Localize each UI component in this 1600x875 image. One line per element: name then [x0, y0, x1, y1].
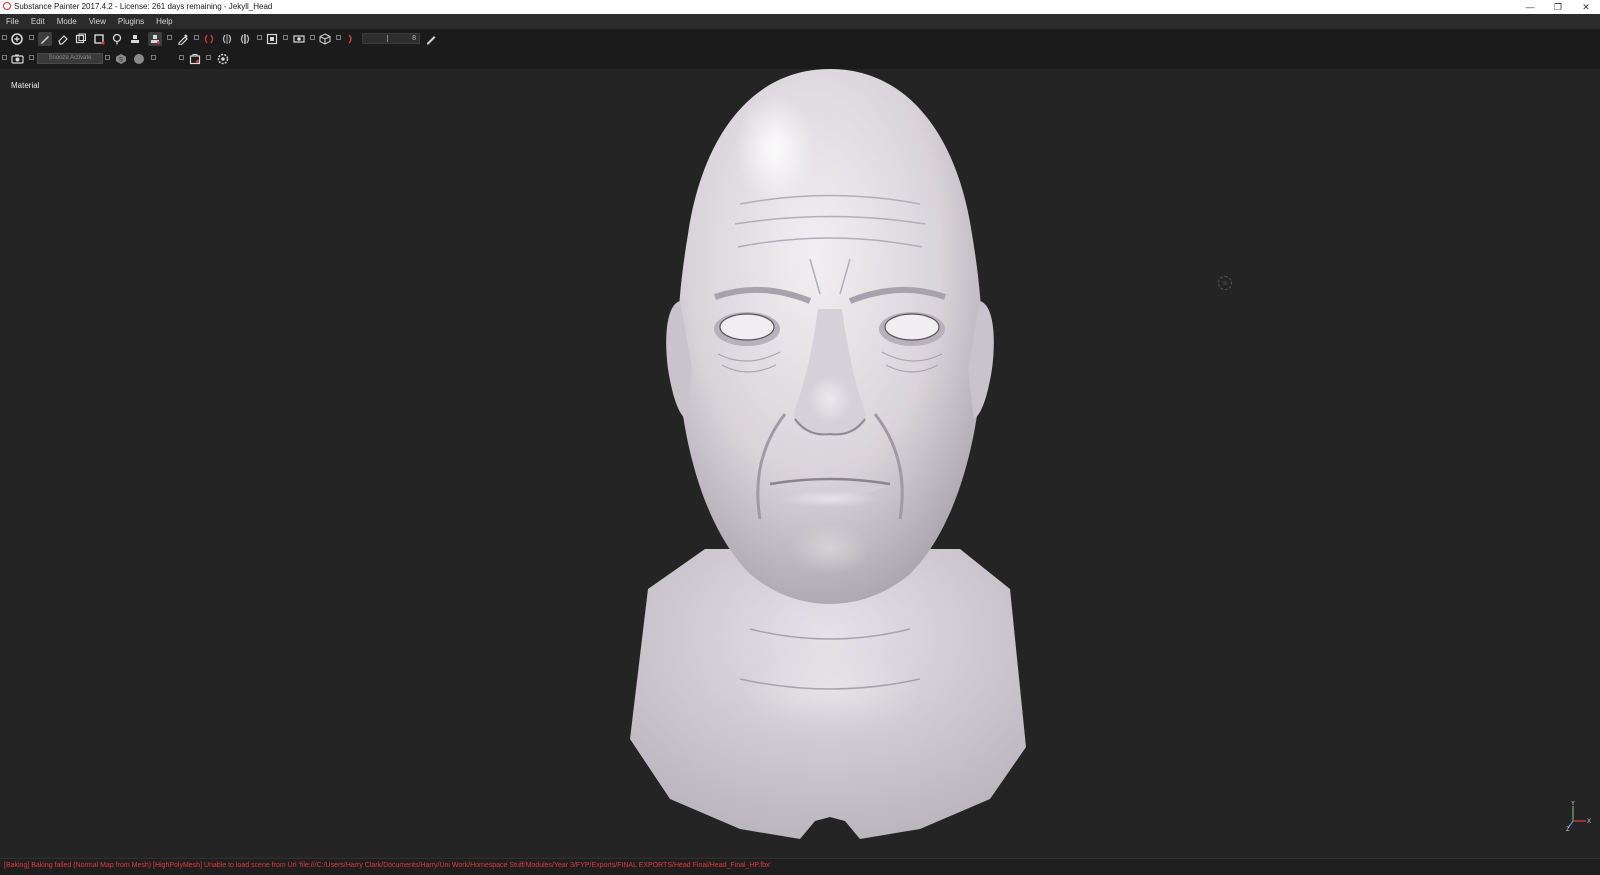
tools-toolbar: 8: [0, 29, 1600, 49]
paint-brush-icon[interactable]: [38, 32, 52, 46]
settings-gear-icon[interactable]: [216, 52, 230, 66]
material-picker-icon[interactable]: [148, 32, 162, 46]
toolbar-grip-icon[interactable]: [257, 35, 262, 40]
pen-pressure-icon[interactable]: [424, 32, 438, 46]
brush-size-slider[interactable]: 8: [362, 33, 420, 44]
head-model[interactable]: [630, 69, 1030, 858]
brush-cursor-icon: [1218, 276, 1232, 290]
symmetry-settings-icon[interactable]: [238, 32, 252, 46]
export-icon[interactable]: [188, 52, 202, 66]
window-title: Substance Painter 2017.4.2 - License: 26…: [14, 2, 273, 11]
projection-icon[interactable]: [74, 32, 88, 46]
status-bar: [Baking] Baking failed (Normal Map from …: [0, 858, 1600, 875]
toolbar-grip-icon[interactable]: [310, 35, 315, 40]
substance-logo-icon[interactable]: [10, 32, 24, 46]
symmetry-icon[interactable]: [202, 32, 216, 46]
symmetry-mirror-icon[interactable]: [220, 32, 234, 46]
substance-share-icon[interactable]: S: [114, 52, 128, 66]
viewport-mode-label: Material: [11, 81, 40, 90]
minimize-button[interactable]: —: [1516, 0, 1544, 14]
title-bar: Substance Painter 2017.4.2 - License: 26…: [0, 0, 1600, 14]
eraser-icon[interactable]: [56, 32, 70, 46]
utility-toolbar: S Ps: [0, 49, 1600, 114]
lazy-mouse-icon[interactable]: [344, 32, 358, 46]
brush-size-value: 8: [412, 35, 416, 42]
menu-bar: File Edit Mode View Plugins Help: [0, 14, 1600, 29]
toolbar-grip-icon[interactable]: [194, 35, 199, 40]
polygon-fill-icon[interactable]: [92, 32, 106, 46]
toolbar-grip-icon[interactable]: [105, 55, 110, 60]
menu-view[interactable]: View: [83, 14, 112, 29]
substance-painter-app-icon: [3, 2, 11, 10]
color-picker-icon[interactable]: [176, 32, 190, 46]
menu-help[interactable]: Help: [150, 14, 178, 29]
toolbar-grip-icon[interactable]: [179, 55, 184, 60]
axis-gizmo: Y X Z: [1566, 801, 1591, 831]
toolbar-grip-icon[interactable]: [29, 55, 34, 60]
svg-text:S: S: [119, 57, 123, 63]
axis-y-label: Y: [1571, 801, 1575, 807]
toolbar-grip-icon[interactable]: [29, 35, 34, 40]
smudge-icon[interactable]: [110, 32, 124, 46]
axis-x-label: X: [1587, 819, 1591, 825]
cube-icon[interactable]: [318, 32, 332, 46]
toolbar-grip-icon[interactable]: [2, 35, 7, 40]
axis-z-label: Z: [1566, 827, 1570, 831]
sphere-icon[interactable]: [132, 52, 146, 66]
camera-icon[interactable]: [10, 52, 24, 66]
clone-icon[interactable]: [128, 32, 142, 46]
slider-handle[interactable]: [387, 35, 388, 42]
3d-viewport[interactable]: Material Y X Z: [0, 69, 1600, 858]
toolbar-grip-icon[interactable]: [167, 35, 172, 40]
toolbar-grip-icon[interactable]: [336, 35, 341, 40]
status-error-message[interactable]: [Baking] Baking failed (Normal Map from …: [4, 862, 771, 869]
render-icon[interactable]: [292, 32, 306, 46]
toolbar-grip-icon[interactable]: [2, 55, 7, 60]
menu-edit[interactable]: Edit: [25, 14, 51, 29]
toolbar-grip-icon[interactable]: [151, 55, 156, 60]
snooze-tooltip: Snooze Activate: [37, 53, 103, 64]
menu-file[interactable]: File: [0, 14, 25, 29]
toolbar-grip-icon[interactable]: [283, 35, 288, 40]
restore-button[interactable]: ❐: [1544, 0, 1572, 14]
close-button[interactable]: ✕: [1572, 0, 1600, 14]
camera-view-icon[interactable]: [265, 32, 279, 46]
menu-plugins[interactable]: Plugins: [112, 14, 150, 29]
menu-mode[interactable]: Mode: [51, 14, 83, 29]
window-controls: — ❐ ✕: [1516, 0, 1600, 14]
toolbar-grip-icon[interactable]: [206, 55, 211, 60]
